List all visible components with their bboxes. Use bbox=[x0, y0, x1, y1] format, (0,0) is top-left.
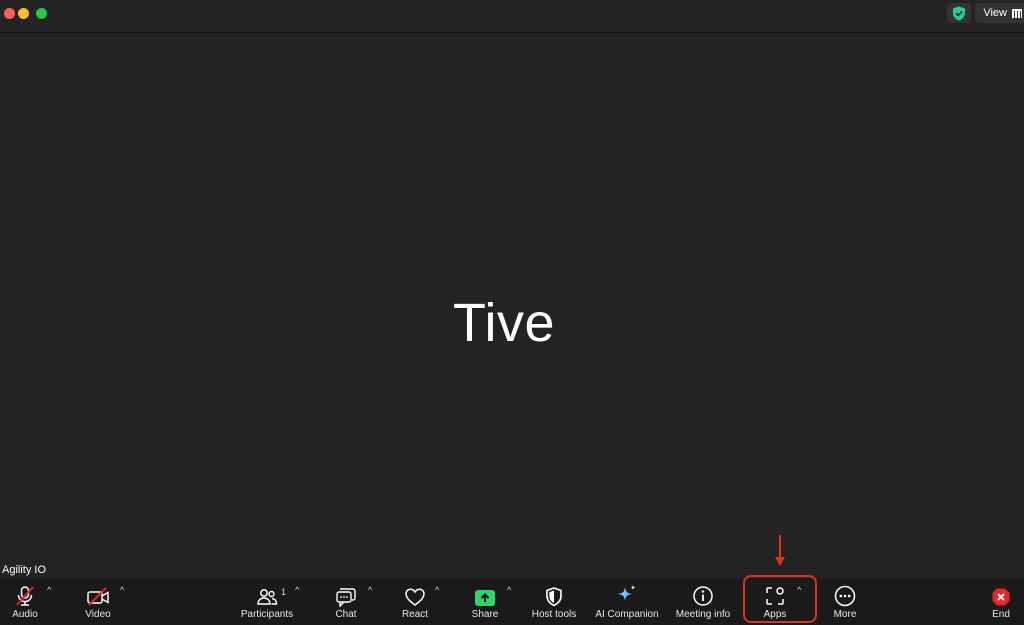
host-tools-button[interactable]: Host tools bbox=[527, 579, 581, 625]
react-options-caret[interactable]: ^ bbox=[435, 585, 439, 595]
minimize-window-button[interactable] bbox=[18, 8, 29, 19]
react-button[interactable]: React bbox=[398, 579, 432, 625]
video-options-caret[interactable]: ^ bbox=[120, 585, 124, 595]
share-screen-icon bbox=[475, 590, 495, 606]
video-label: Video bbox=[85, 609, 111, 620]
video-camera-off-icon bbox=[87, 587, 109, 606]
participant-display-name: Tive bbox=[452, 293, 555, 353]
chat-label: Chat bbox=[335, 609, 357, 620]
more-ellipsis-icon bbox=[834, 585, 856, 607]
participants-icon bbox=[257, 589, 278, 605]
window-titlebar: View bbox=[0, 0, 1024, 33]
encryption-shield-icon[interactable] bbox=[947, 3, 972, 23]
react-label: React bbox=[401, 609, 429, 620]
end-meeting-button[interactable]: End bbox=[988, 579, 1014, 625]
microphone-muted-icon bbox=[16, 586, 34, 606]
ai-companion-button[interactable]: AI Companion bbox=[592, 579, 662, 625]
ai-companion-label: AI Companion bbox=[595, 609, 659, 620]
apps-highlight-box bbox=[743, 575, 817, 623]
annotation-arrow-icon bbox=[775, 535, 785, 566]
meeting-info-label: Meeting info bbox=[675, 609, 731, 620]
participants-count-badge: 1 bbox=[281, 587, 287, 597]
heart-icon bbox=[405, 588, 425, 606]
zoom-window-button[interactable] bbox=[36, 8, 47, 19]
participants-button[interactable]: Participants bbox=[237, 579, 297, 625]
titlebar-right-controls: View bbox=[947, 3, 1024, 23]
chat-button[interactable]: Chat bbox=[331, 579, 361, 625]
grid-view-icon bbox=[1012, 8, 1022, 18]
view-label: View bbox=[983, 7, 1007, 19]
end-label: End bbox=[992, 609, 1010, 620]
share-button[interactable]: Share bbox=[469, 579, 501, 625]
more-label: More bbox=[833, 609, 857, 620]
participants-label: Participants bbox=[240, 609, 294, 620]
ai-sparkle-icon bbox=[618, 585, 636, 601]
more-button[interactable]: More bbox=[830, 579, 860, 625]
info-icon bbox=[693, 586, 713, 606]
video-button[interactable]: Video bbox=[80, 579, 116, 625]
close-window-button[interactable] bbox=[4, 8, 15, 19]
meeting-toolbar: Audio ^ Video ^ Participants 1 ^ Chat ^ … bbox=[0, 579, 1024, 625]
participants-options-caret[interactable]: ^ bbox=[295, 585, 299, 595]
audio-label: Audio bbox=[12, 609, 38, 620]
host-shield-icon bbox=[546, 587, 562, 607]
share-options-caret[interactable]: ^ bbox=[507, 585, 511, 595]
audio-button[interactable]: Audio bbox=[6, 579, 44, 625]
participant-name-tag: Agility IO bbox=[2, 564, 47, 576]
end-call-icon bbox=[992, 588, 1010, 606]
share-label: Share bbox=[471, 609, 499, 620]
host-tools-label: Host tools bbox=[531, 609, 577, 620]
view-button[interactable]: View bbox=[975, 3, 1024, 23]
audio-options-caret[interactable]: ^ bbox=[47, 585, 51, 595]
chat-options-caret[interactable]: ^ bbox=[368, 585, 372, 595]
chat-bubble-icon bbox=[336, 588, 356, 607]
meeting-info-button[interactable]: Meeting info bbox=[672, 579, 734, 625]
